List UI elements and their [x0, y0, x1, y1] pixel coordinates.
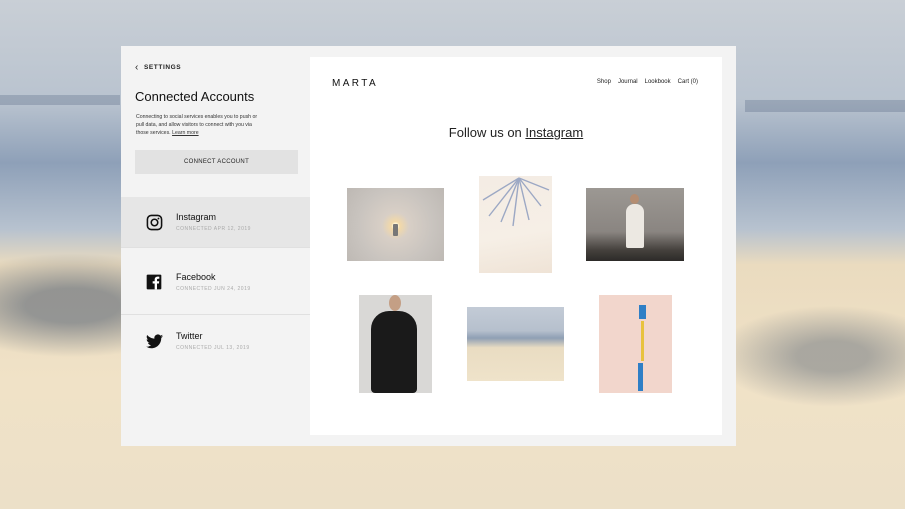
- instagram-link[interactable]: Instagram: [525, 125, 583, 140]
- account-name: Facebook: [176, 272, 216, 282]
- nav-cart[interactable]: Cart (0): [678, 79, 698, 85]
- sidebar: ‹ SETTINGS Connected Accounts Connecting…: [121, 46, 310, 446]
- account-name: Instagram: [176, 212, 217, 222]
- instagram-photo-pink-wall[interactable]: [599, 295, 672, 393]
- account-row-facebook[interactable]: Facebook CONNECTED JUN 24, 2019: [121, 257, 310, 307]
- connect-account-button[interactable]: CONNECT ACCOUNT: [135, 150, 298, 174]
- figure-head: [630, 194, 639, 204]
- facebook-icon: [145, 273, 163, 291]
- dress: [371, 311, 417, 393]
- instagram-photo-woman-sitting[interactable]: [586, 188, 684, 261]
- account-date: CONNECTED JUL 13, 2019: [176, 345, 250, 351]
- divider: [121, 247, 310, 248]
- follow-heading: Follow us on Instagram: [310, 125, 722, 140]
- site-logo: MARTA: [332, 78, 379, 89]
- instagram-icon: [145, 213, 163, 231]
- nav-shop[interactable]: Shop: [597, 79, 611, 85]
- back-label: SETTINGS: [143, 64, 182, 71]
- site-preview: MARTA Shop Journal Lookbook Cart (0) Fol…: [310, 57, 722, 435]
- settings-panel: ‹ SETTINGS Connected Accounts Connecting…: [121, 46, 736, 446]
- wall-streak: [745, 100, 905, 112]
- nav-lookbook[interactable]: Lookbook: [645, 79, 671, 85]
- instagram-photo-lamp[interactable]: [347, 188, 444, 261]
- description: Connecting to social services enables yo…: [136, 113, 266, 137]
- figure: [626, 204, 644, 248]
- page-title: Connected Accounts: [135, 89, 255, 104]
- account-date: CONNECTED APR 12, 2019: [176, 226, 251, 232]
- learn-more-link[interactable]: Learn more: [172, 130, 199, 136]
- account-row-twitter[interactable]: Twitter CONNECTED JUL 13, 2019: [121, 316, 310, 366]
- nav-journal[interactable]: Journal: [618, 79, 638, 85]
- back-to-settings[interactable]: ‹ SETTINGS: [135, 62, 181, 73]
- yellow-paint-stripe: [641, 321, 644, 361]
- chevron-left-icon: ‹: [135, 62, 139, 73]
- palm-leaf-graphic: [482, 177, 550, 227]
- account-name: Twitter: [176, 331, 203, 341]
- blue-paint-stripe: [638, 363, 643, 391]
- divider: [121, 314, 310, 315]
- account-date: CONNECTED JUN 24, 2019: [176, 286, 251, 292]
- instagram-photo-woman-black-dress[interactable]: [359, 295, 432, 393]
- account-row-instagram[interactable]: Instagram CONNECTED APR 12, 2019: [121, 197, 310, 247]
- wall-streak: [0, 95, 120, 105]
- lamp-fixture: [393, 224, 398, 236]
- instagram-photo-wall-sea[interactable]: [467, 307, 564, 381]
- site-nav: Shop Journal Lookbook Cart (0): [597, 79, 698, 85]
- instagram-photo-palm[interactable]: [479, 176, 552, 273]
- follow-prefix: Follow us on: [448, 125, 526, 140]
- blue-paint-stripe: [639, 305, 646, 319]
- figure-head: [389, 295, 401, 311]
- twitter-icon: [145, 332, 163, 350]
